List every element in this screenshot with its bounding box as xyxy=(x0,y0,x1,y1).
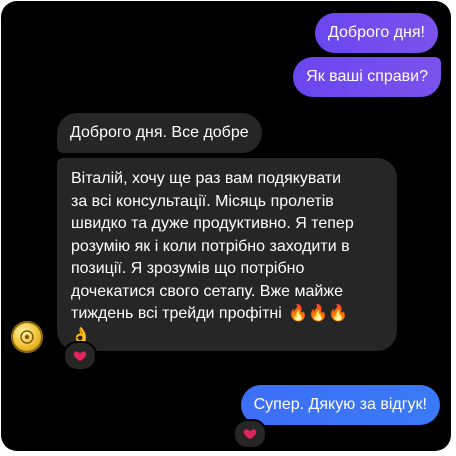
incoming-message-reply[interactable]: Доброго дня. Все добре xyxy=(57,113,262,153)
outgoing-message-greeting[interactable]: Доброго дня! xyxy=(315,13,438,53)
message-line-text: тиждень всі трейди профітні xyxy=(71,305,282,322)
message-line-with-emoji: тиждень всі трейди профітні 🔥🔥🔥 xyxy=(71,303,383,326)
fire-emoji-icon: 🔥🔥🔥 xyxy=(288,305,349,322)
gold-coin-icon xyxy=(20,330,34,344)
contact-avatar[interactable] xyxy=(11,321,43,353)
outgoing-message-how-are-you[interactable]: Як ваші справи? xyxy=(293,57,441,97)
message-line: швидко та дуже продуктивно. Я тепер xyxy=(71,215,354,232)
message-line: Віталій, хочу ще раз вам подякувати xyxy=(71,170,342,187)
message-line: дочекатися свого сетапу. Вже майже xyxy=(71,282,343,300)
reaction-badge[interactable] xyxy=(233,419,267,449)
ok-hand-emoji-icon: 👌 xyxy=(71,327,91,345)
message-text: Доброго дня! xyxy=(328,24,425,41)
chat-thread: Доброго дня! Як ваші справи? Доброго дня… xyxy=(1,1,451,451)
message-line: розумію як і коли потрібно заходити в xyxy=(71,237,350,255)
message-text: Супер. Дякую за відгук! xyxy=(253,396,427,413)
message-line: позиції. Я зрозумів що потрібно xyxy=(71,260,305,277)
heart-icon xyxy=(73,351,87,362)
outgoing-message-thanks[interactable]: Супер. Дякую за відгук! xyxy=(240,385,440,425)
reaction-badge[interactable] xyxy=(63,341,97,371)
message-text: Доброго дня. Все добре xyxy=(70,124,249,141)
heart-icon xyxy=(243,429,257,440)
message-line: за всі консультації. Місяць пролетів xyxy=(71,192,334,210)
incoming-message-feedback[interactable]: Віталій, хочу ще раз вам подякувати за в… xyxy=(57,158,397,351)
message-text: Як ваші справи? xyxy=(306,68,428,85)
